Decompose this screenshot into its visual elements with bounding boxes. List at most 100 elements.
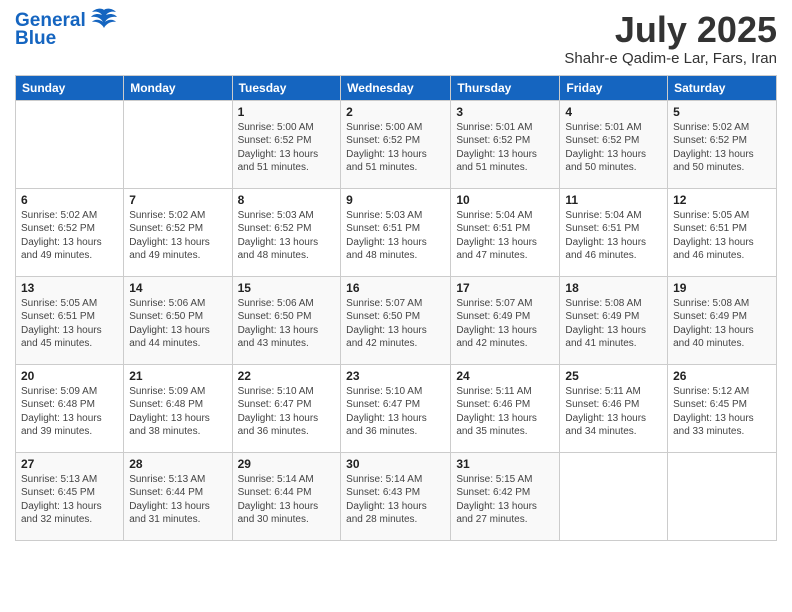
day-info: Sunrise: 5:11 AM Sunset: 6:46 PM Dayligh… [456,385,554,439]
day-info: Sunrise: 5:07 AM Sunset: 6:50 PM Dayligh… [346,297,445,351]
day-info: Sunrise: 5:09 AM Sunset: 6:48 PM Dayligh… [21,385,118,439]
day-number: 8 [238,193,336,207]
weekday-monday: Monday [124,75,232,100]
logo: General Blue [15,10,118,50]
day-cell: 9 Sunrise: 5:03 AM Sunset: 6:51 PM Daylig… [341,188,451,276]
day-cell: 17Sunrise: 5:07 AM Sunset: 6:49 PM Dayli… [451,276,560,364]
page: General Blue July 2025 Shahr-e Qadim-e L… [0,0,792,612]
day-cell: 1 Sunrise: 5:00 AM Sunset: 6:52 PM Daylig… [232,100,341,188]
day-info: Sunrise: 5:01 AM Sunset: 6:52 PM Dayligh… [456,121,554,175]
week-row-1: 1 Sunrise: 5:00 AM Sunset: 6:52 PM Daylig… [16,100,777,188]
day-cell: 2Sunrise: 5:00 AM Sunset: 6:52 PM Daylig… [341,100,451,188]
week-row-3: 13 Sunrise: 5:05 AM Sunset: 6:51 PM Dayli… [16,276,777,364]
day-info: Sunrise: 5:09 AM Sunset: 6:48 PM Dayligh… [129,385,226,439]
day-cell: 10 Sunrise: 5:04 AM Sunset: 6:51 PM Dayli… [451,188,560,276]
day-cell [560,452,668,540]
day-cell: 15Sunrise: 5:06 AM Sunset: 6:50 PM Dayli… [232,276,341,364]
day-cell: 6 Sunrise: 5:02 AM Sunset: 6:52 PM Daylig… [16,188,124,276]
day-cell: 12 Sunrise: 5:05 AM Sunset: 6:51 PM Dayli… [668,188,777,276]
week-row-5: 27Sunrise: 5:13 AM Sunset: 6:45 PM Dayli… [16,452,777,540]
day-info: Sunrise: 5:03 AM Sunset: 6:51 PM Dayligh… [346,209,445,263]
day-number: 13 [21,281,118,295]
day-info: Sunrise: 5:15 AM Sunset: 6:42 PM Dayligh… [456,473,554,527]
day-info: Sunrise: 5:05 AM Sunset: 6:51 PM Dayligh… [21,297,118,351]
day-info: Sunrise: 5:08 AM Sunset: 6:49 PM Dayligh… [565,297,662,351]
day-number: 25 [565,369,662,383]
day-cell: 13 Sunrise: 5:05 AM Sunset: 6:51 PM Dayli… [16,276,124,364]
day-info: Sunrise: 5:12 AM Sunset: 6:45 PM Dayligh… [673,385,771,439]
day-info: Sunrise: 5:13 AM Sunset: 6:45 PM Dayligh… [21,473,118,527]
day-info: Sunrise: 5:02 AM Sunset: 6:52 PM Dayligh… [673,121,771,175]
calendar-table: SundayMondayTuesdayWednesdayThursdayFrid… [15,75,777,541]
day-number: 10 [456,193,554,207]
day-info: Sunrise: 5:06 AM Sunset: 6:50 PM Dayligh… [129,297,226,351]
weekday-sunday: Sunday [16,75,124,100]
weekday-thursday: Thursday [451,75,560,100]
weekday-friday: Friday [560,75,668,100]
day-number: 5 [673,105,771,119]
day-cell: 14 Sunrise: 5:06 AM Sunset: 6:50 PM Dayli… [124,276,232,364]
day-cell: 24Sunrise: 5:11 AM Sunset: 6:46 PM Dayli… [451,364,560,452]
day-cell: 7 Sunrise: 5:02 AM Sunset: 6:52 PM Daylig… [124,188,232,276]
logo-blue: Blue [15,28,56,50]
day-number: 1 [238,105,336,119]
day-info: Sunrise: 5:01 AM Sunset: 6:52 PM Dayligh… [565,121,662,175]
day-info: Sunrise: 5:03 AM Sunset: 6:52 PM Dayligh… [238,209,336,263]
day-cell: 29Sunrise: 5:14 AM Sunset: 6:44 PM Dayli… [232,452,341,540]
day-info: Sunrise: 5:04 AM Sunset: 6:51 PM Dayligh… [565,209,662,263]
month-title: July 2025 [564,10,777,50]
day-number: 4 [565,105,662,119]
day-cell [668,452,777,540]
day-info: Sunrise: 5:06 AM Sunset: 6:50 PM Dayligh… [238,297,336,351]
day-number: 12 [673,193,771,207]
day-cell: 5 Sunrise: 5:02 AM Sunset: 6:52 PM Daylig… [668,100,777,188]
day-cell: 18Sunrise: 5:08 AM Sunset: 6:49 PM Dayli… [560,276,668,364]
day-number: 7 [129,193,226,207]
day-info: Sunrise: 5:05 AM Sunset: 6:51 PM Dayligh… [673,209,771,263]
day-cell [16,100,124,188]
location: Shahr-e Qadim-e Lar, Fars, Iran [564,50,777,67]
day-info: Sunrise: 5:00 AM Sunset: 6:52 PM Dayligh… [346,121,445,175]
day-number: 21 [129,369,226,383]
day-number: 14 [129,281,226,295]
day-info: Sunrise: 5:08 AM Sunset: 6:49 PM Dayligh… [673,297,771,351]
weekday-header-row: SundayMondayTuesdayWednesdayThursdayFrid… [16,75,777,100]
week-row-4: 20 Sunrise: 5:09 AM Sunset: 6:48 PM Dayli… [16,364,777,452]
day-cell: 27Sunrise: 5:13 AM Sunset: 6:45 PM Dayli… [16,452,124,540]
day-number: 3 [456,105,554,119]
day-cell: 11Sunrise: 5:04 AM Sunset: 6:51 PM Dayli… [560,188,668,276]
weekday-saturday: Saturday [668,75,777,100]
day-cell: 28 Sunrise: 5:13 AM Sunset: 6:44 PM Dayli… [124,452,232,540]
day-cell [124,100,232,188]
day-number: 22 [238,369,336,383]
day-number: 30 [346,457,445,471]
day-info: Sunrise: 5:02 AM Sunset: 6:52 PM Dayligh… [21,209,118,263]
day-number: 9 [346,193,445,207]
day-cell: 31 Sunrise: 5:15 AM Sunset: 6:42 PM Dayli… [451,452,560,540]
day-cell: 30Sunrise: 5:14 AM Sunset: 6:43 PM Dayli… [341,452,451,540]
day-number: 31 [456,457,554,471]
day-info: Sunrise: 5:13 AM Sunset: 6:44 PM Dayligh… [129,473,226,527]
day-cell: 20 Sunrise: 5:09 AM Sunset: 6:48 PM Dayli… [16,364,124,452]
day-info: Sunrise: 5:10 AM Sunset: 6:47 PM Dayligh… [238,385,336,439]
day-number: 16 [346,281,445,295]
day-info: Sunrise: 5:11 AM Sunset: 6:46 PM Dayligh… [565,385,662,439]
weekday-wednesday: Wednesday [341,75,451,100]
day-info: Sunrise: 5:14 AM Sunset: 6:44 PM Dayligh… [238,473,336,527]
day-cell: 25 Sunrise: 5:11 AM Sunset: 6:46 PM Dayli… [560,364,668,452]
day-info: Sunrise: 5:02 AM Sunset: 6:52 PM Dayligh… [129,209,226,263]
day-cell: 3 Sunrise: 5:01 AM Sunset: 6:52 PM Daylig… [451,100,560,188]
week-row-2: 6 Sunrise: 5:02 AM Sunset: 6:52 PM Daylig… [16,188,777,276]
day-cell: 8 Sunrise: 5:03 AM Sunset: 6:52 PM Daylig… [232,188,341,276]
logo-bird-icon [90,8,118,30]
day-cell: 22 Sunrise: 5:10 AM Sunset: 6:47 PM Dayli… [232,364,341,452]
day-info: Sunrise: 5:04 AM Sunset: 6:51 PM Dayligh… [456,209,554,263]
day-number: 19 [673,281,771,295]
day-cell: 16 Sunrise: 5:07 AM Sunset: 6:50 PM Dayli… [341,276,451,364]
day-number: 20 [21,369,118,383]
weekday-tuesday: Tuesday [232,75,341,100]
day-number: 28 [129,457,226,471]
day-number: 23 [346,369,445,383]
day-number: 6 [21,193,118,207]
day-info: Sunrise: 5:00 AM Sunset: 6:52 PM Dayligh… [238,121,336,175]
